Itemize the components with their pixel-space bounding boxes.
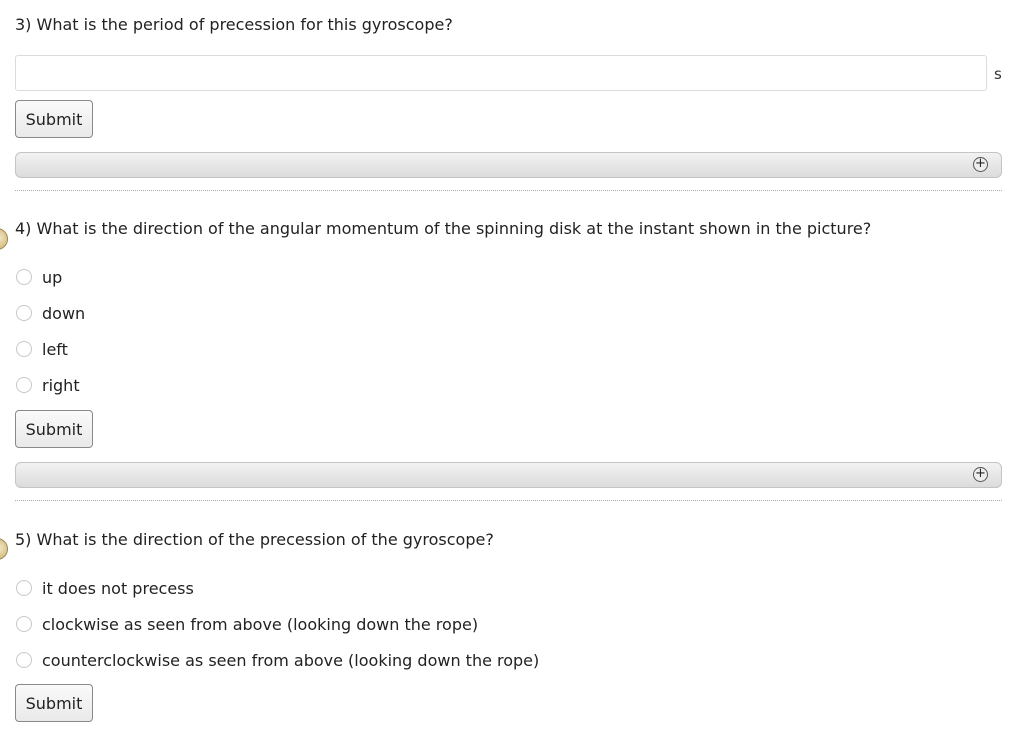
radio-button[interactable] bbox=[16, 269, 32, 285]
question-5-submit-button[interactable]: Submit bbox=[15, 684, 93, 722]
question-3-unit-label: s bbox=[994, 65, 1002, 83]
medal-icon bbox=[0, 538, 8, 560]
question-4-option-up[interactable]: up bbox=[15, 267, 62, 287]
plus-circle-icon: + bbox=[973, 157, 988, 172]
plus-circle-icon: + bbox=[973, 467, 988, 482]
medal-icon bbox=[0, 228, 8, 250]
question-4-hint-toggle[interactable]: + bbox=[15, 462, 1002, 488]
option-label: it does not precess bbox=[42, 578, 194, 598]
quiz-page: 3) What is the period of precession for … bbox=[0, 0, 1024, 733]
question-3-prompt: 3) What is the period of precession for … bbox=[15, 15, 453, 34]
question-5-prompt: 5) What is the direction of the precessi… bbox=[15, 530, 494, 549]
question-4-option-right[interactable]: right bbox=[15, 375, 80, 395]
option-label: right bbox=[42, 375, 80, 395]
question-5-option-no-precession[interactable]: it does not precess bbox=[15, 578, 194, 598]
option-label: counterclockwise as seen from above (loo… bbox=[42, 650, 540, 670]
question-3-hint-toggle[interactable]: + bbox=[15, 152, 1002, 178]
question-5-option-counterclockwise[interactable]: counterclockwise as seen from above (loo… bbox=[15, 650, 539, 670]
option-label: up bbox=[42, 267, 63, 287]
radio-button[interactable] bbox=[16, 616, 32, 632]
option-label: down bbox=[42, 303, 86, 323]
question-5-option-clockwise[interactable]: clockwise as seen from above (looking do… bbox=[15, 614, 478, 634]
question-4-option-down[interactable]: down bbox=[15, 303, 85, 323]
radio-button[interactable] bbox=[16, 341, 32, 357]
question-4-prompt: 4) What is the direction of the angular … bbox=[15, 219, 872, 238]
question-4-option-left[interactable]: left bbox=[15, 339, 68, 359]
section-divider bbox=[15, 190, 1002, 191]
section-divider bbox=[15, 500, 1002, 501]
radio-button[interactable] bbox=[16, 652, 32, 668]
radio-button[interactable] bbox=[16, 377, 32, 393]
radio-button[interactable] bbox=[16, 580, 32, 596]
radio-button[interactable] bbox=[16, 305, 32, 321]
question-4-submit-button[interactable]: Submit bbox=[15, 410, 93, 448]
question-3-answer-input[interactable] bbox=[15, 55, 987, 91]
option-label: left bbox=[42, 339, 68, 359]
question-3-submit-button[interactable]: Submit bbox=[15, 100, 93, 138]
option-label: clockwise as seen from above (looking do… bbox=[42, 614, 479, 634]
